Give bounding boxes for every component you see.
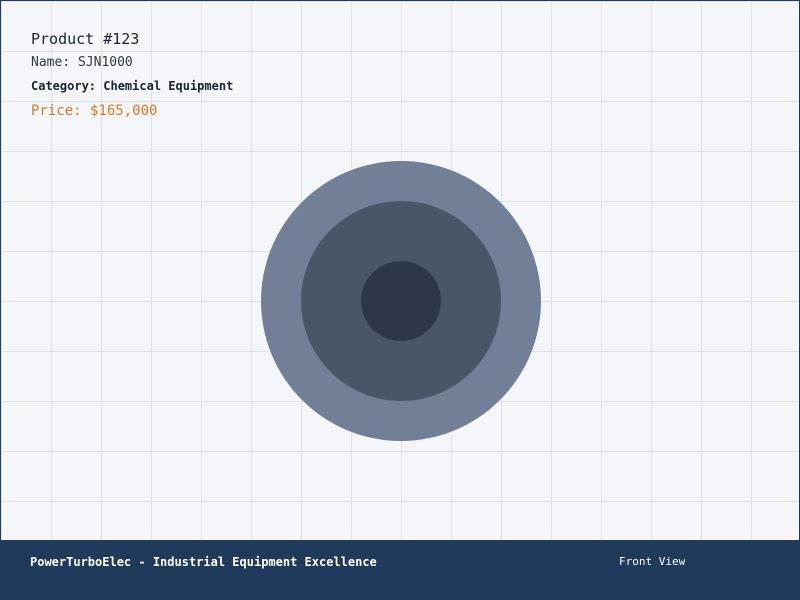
footer-bar: PowerTurboElec - Industrial Equipment Ex… <box>0 540 800 600</box>
product-price: Price: $165,000 <box>31 103 158 119</box>
view-label: Front View <box>619 555 686 568</box>
product-category: Category: Chemical Equipment <box>31 79 234 93</box>
product-front-view <box>261 161 541 441</box>
product-name: Name: SJN1000 <box>31 55 133 70</box>
product-title: Product #123 <box>31 30 140 48</box>
inner-core <box>361 261 441 341</box>
product-info-panel: Product #123 Name: SJN1000 Category: Che… <box>31 29 233 120</box>
footer-brand: PowerTurboElec - Industrial Equipment Ex… <box>30 555 377 569</box>
product-canvas: Product #123 Name: SJN1000 Category: Che… <box>0 0 800 540</box>
